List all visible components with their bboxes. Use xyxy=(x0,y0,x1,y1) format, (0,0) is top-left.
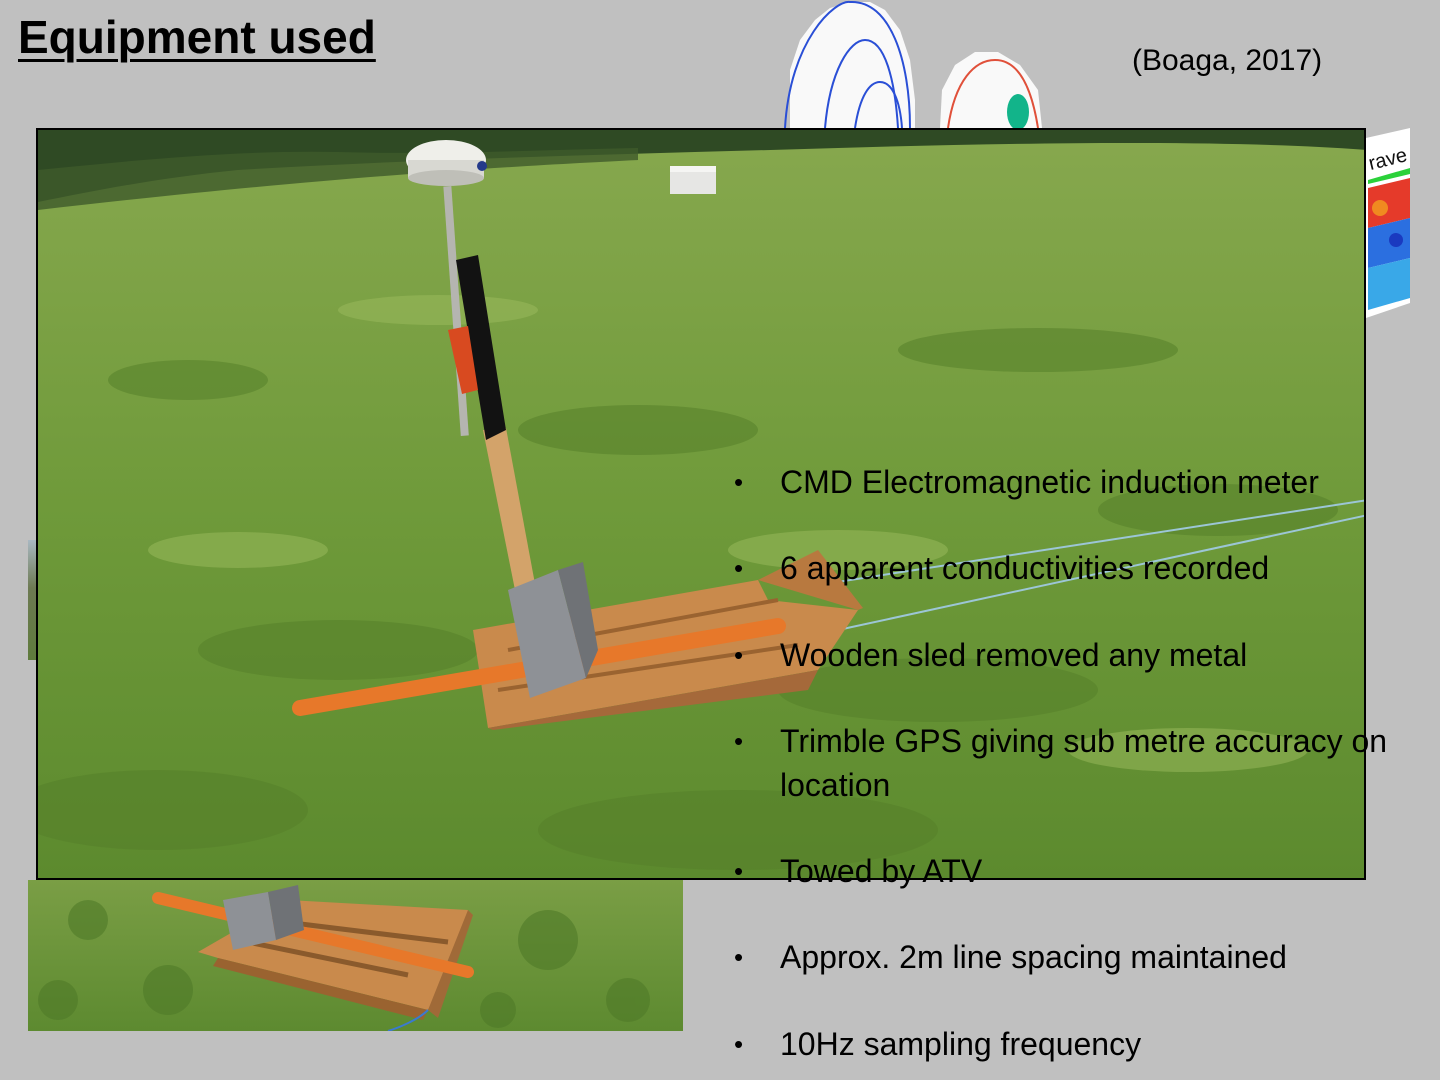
bullet-dot-icon: • xyxy=(734,726,744,756)
bullet-dot-icon: • xyxy=(734,467,744,497)
bullet-text: Trimble GPS giving sub metre accuracy on… xyxy=(780,723,1388,803)
bullet-item: • Trimble GPS giving sub metre accuracy … xyxy=(730,719,1420,807)
bullet-item: • Approx. 2m line spacing maintained xyxy=(730,935,1287,979)
bullet-item: • Towed by ATV xyxy=(730,849,982,893)
bullet-dot-icon: • xyxy=(734,942,744,972)
bullet-text: 6 apparent conductivities recorded xyxy=(780,550,1270,586)
bullet-item: • 10Hz sampling frequency xyxy=(730,1022,1141,1066)
resistivity-section-image: rave xyxy=(1366,128,1410,318)
bullet-dot-icon: • xyxy=(734,553,744,583)
bullet-item: • Wooden sled removed any metal xyxy=(730,633,1247,677)
bullet-dot-icon: • xyxy=(734,856,744,886)
bullet-text: Approx. 2m line spacing maintained xyxy=(780,939,1287,975)
bullet-item: • CMD Electromagnetic induction meter xyxy=(730,460,1319,504)
bullet-dot-icon: • xyxy=(734,640,744,670)
bullet-text: CMD Electromagnetic induction meter xyxy=(780,464,1319,500)
bullet-item: • 6 apparent conductivities recorded xyxy=(730,546,1269,590)
slide-title: Equipment used xyxy=(18,11,376,63)
bullet-dot-icon: • xyxy=(734,1029,744,1059)
bullet-text: Wooden sled removed any metal xyxy=(780,637,1248,673)
citation: (Boaga, 2017) xyxy=(1132,44,1323,77)
wave-diagram-image xyxy=(770,0,1060,128)
bullet-text: Towed by ATV xyxy=(780,853,983,889)
sled-photo-small xyxy=(28,880,683,1031)
bullet-text: 10Hz sampling frequency xyxy=(780,1026,1142,1062)
